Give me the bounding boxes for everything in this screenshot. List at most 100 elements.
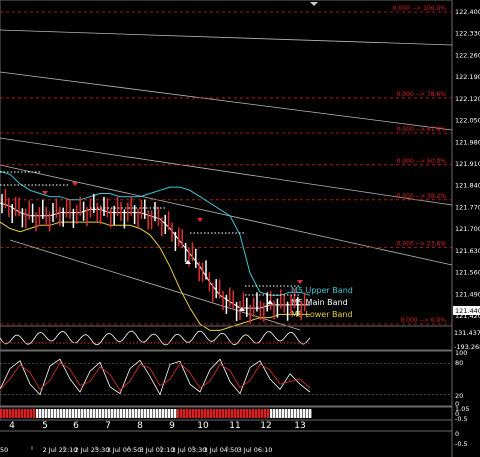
histogram-bar — [120, 409, 123, 418]
price-tick: 122.330 — [455, 30, 480, 38]
histogram-bar — [198, 409, 201, 418]
price-axis: 122.400 122.330 122.260 122.190 122.120 122.0… — [453, 8, 480, 320]
histogram-bar — [174, 409, 177, 418]
trading-chart[interactable]: 0.000 --> 100.0% 0.000 --> 78.6% 0.000 -->… — [0, 0, 480, 457]
histogram-bar — [75, 409, 78, 418]
bar-index-label: 5 — [42, 421, 48, 431]
histogram-bar — [15, 409, 18, 418]
histogram-bar — [114, 409, 117, 418]
histogram-bar — [126, 409, 129, 418]
histogram-bar — [141, 409, 144, 418]
histogram-bar — [192, 409, 195, 418]
histogram-bar — [216, 409, 219, 418]
indicator-2-frame — [0, 350, 453, 407]
bar-index-label: 9 — [169, 421, 175, 431]
histogram-bar — [165, 409, 168, 418]
histogram-bar — [138, 409, 141, 418]
indicator-2-tick: 20 — [455, 392, 463, 400]
price-tick: 121.700 — [455, 225, 480, 233]
histogram-bar — [252, 409, 255, 418]
time-label: 2 Jul 23:30 — [75, 446, 110, 454]
histogram-bar — [78, 409, 81, 418]
histogram-bar — [111, 409, 114, 418]
histogram-bar — [18, 409, 21, 418]
price-tick: 122.260 — [455, 51, 480, 59]
band-label: M5 Main Band — [291, 298, 348, 307]
histogram-bar — [168, 409, 171, 418]
histogram-bar — [303, 409, 306, 418]
histogram-bar — [288, 409, 291, 418]
histogram-bar — [66, 409, 69, 418]
histogram-bar — [99, 409, 102, 418]
price-tick: 121.630 — [455, 247, 480, 255]
histogram-bar — [24, 409, 27, 418]
histogram-bar — [144, 409, 147, 418]
histogram-bar — [207, 409, 210, 418]
bar-index-label: 6 — [73, 421, 79, 431]
band-label: M5 Upper Band — [291, 286, 353, 295]
time-label: 3 Jul 00:50 — [107, 446, 142, 454]
histogram-bar — [102, 409, 105, 418]
price-tick: 121.770 — [455, 203, 480, 211]
histogram-bar — [219, 409, 222, 418]
band-label: M5 Lower Band — [291, 310, 353, 319]
histogram-bar — [60, 409, 63, 418]
bar-index-label: 11 — [229, 421, 240, 431]
histogram-bar — [204, 409, 207, 418]
time-label-partial: 50 — [0, 446, 8, 454]
histogram-bar — [162, 409, 165, 418]
histogram-bar — [231, 409, 234, 418]
histogram-bar — [201, 409, 204, 418]
histogram-bar — [255, 409, 258, 418]
histogram-bar — [285, 409, 288, 418]
price-panel[interactable] — [0, 0, 453, 457]
histogram-bar — [294, 409, 297, 418]
price-tick: 121.490 — [455, 290, 480, 298]
time-label: 3 Jul 06:10 — [238, 446, 273, 454]
histogram-bar — [267, 409, 270, 418]
price-tick: 121.980 — [455, 138, 480, 146]
indicator-1-panel: 131.4375-193.2687 — [0, 325, 480, 351]
histogram-bar — [183, 409, 186, 418]
price-tick: 122.050 — [455, 117, 480, 125]
histogram-bar — [48, 409, 51, 418]
indicator-3-tick: -0.5 — [455, 440, 468, 448]
histogram-bar — [45, 409, 48, 418]
histogram-bar — [228, 409, 231, 418]
histogram-bar — [222, 409, 225, 418]
histogram-bar — [0, 409, 3, 418]
trend-line — [0, 29, 453, 46]
histogram-bar — [177, 409, 180, 418]
histogram-bar — [213, 409, 216, 418]
sell-arrow-icon — [72, 182, 78, 186]
price-tick: 122.190 — [455, 73, 480, 81]
histogram-bar — [279, 409, 282, 418]
histogram-bar — [3, 409, 6, 418]
indicator-2-tick: 100 — [455, 349, 467, 357]
price-tick: 121.840 — [455, 182, 480, 190]
indicator-3-tick: 0 — [455, 430, 459, 438]
histogram-bar — [309, 409, 312, 418]
histogram-bar — [189, 409, 192, 418]
fib-label: 0.000 --> 61.8% — [397, 126, 447, 133]
bar-index-label: 7 — [105, 421, 111, 431]
histogram-bar — [210, 409, 213, 418]
histogram-bar — [300, 409, 303, 418]
histogram-bar — [39, 409, 42, 418]
histogram-bar — [171, 409, 174, 418]
indicator-2-tick: 80 — [455, 359, 463, 367]
histogram-bar — [30, 409, 33, 418]
histogram-bar — [276, 409, 279, 418]
time-axis: 4 5 6 7 8 9 10 11 12 1350 2 Jul 22:102 Jul 23:303 … — [0, 421, 306, 454]
time-label: 2 Jul 22:10 — [43, 446, 78, 454]
histogram-bar — [147, 409, 150, 418]
histogram-bar — [246, 409, 249, 418]
histogram-bar — [93, 409, 96, 418]
histogram-bar — [273, 409, 276, 418]
histogram-bar — [159, 409, 162, 418]
trend-line — [0, 71, 453, 131]
histogram-bar — [297, 409, 300, 418]
histogram-bar — [258, 409, 261, 418]
time-label: 3 Jul 03:30 — [172, 446, 207, 454]
histogram-bar — [96, 409, 99, 418]
